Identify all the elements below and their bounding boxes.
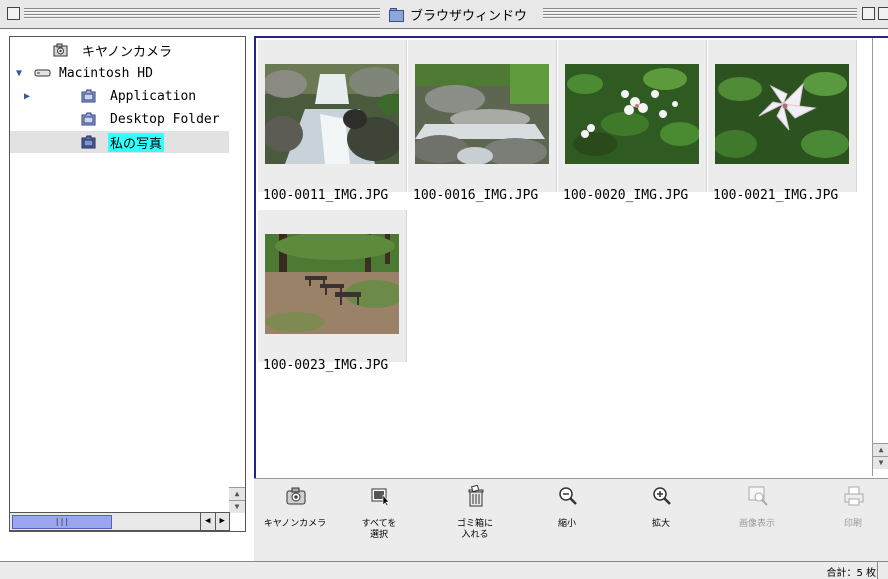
tool-label: ゴミ箱に 入れる: [440, 519, 510, 541]
tree-item-application[interactable]: ▶ Application: [10, 85, 229, 107]
horizontal-scroll-arrows: ◀ ▶: [200, 513, 229, 530]
view-image-icon: [748, 486, 768, 506]
thumbnail-filename: 100-0020_IMG.JPG: [563, 188, 689, 203]
close-box[interactable]: [7, 7, 20, 20]
resize-grip-icon[interactable]: [877, 562, 888, 579]
tree-item-desktop-folder[interactable]: Desktop Folder: [10, 108, 229, 130]
disclosure-triangle-expanded-icon[interactable]: ▼: [16, 68, 22, 79]
tree-item-my-photos[interactable]: 私の写真: [10, 131, 229, 153]
thumbnail-filename: 100-0021_IMG.JPG: [713, 188, 839, 203]
tree-label: 私の写真: [108, 132, 165, 152]
photo-thumbnail: [715, 64, 849, 164]
title-stripes-left: [24, 7, 380, 20]
zoom-out-icon: [559, 487, 577, 505]
view-image-button[interactable]: 画像表示: [722, 479, 792, 561]
photo-thumbnail: [415, 64, 549, 164]
photo-thumbnail: [565, 64, 699, 164]
title-stripes-right: [543, 7, 857, 20]
select-all-icon: [371, 488, 390, 507]
collapse-box[interactable]: [878, 7, 888, 20]
scroll-left-arrow-icon[interactable]: ◀: [200, 513, 215, 530]
disclosure-triangle-collapsed-icon[interactable]: ▶: [24, 91, 30, 102]
scroll-up-arrow-icon[interactable]: ▲: [229, 487, 245, 500]
move-to-trash-button[interactable]: ゴミ箱に 入れる: [440, 479, 510, 561]
tool-label-line: 選択: [369, 530, 388, 540]
tool-label-line: すべてを: [361, 519, 397, 529]
camera-icon: [286, 487, 306, 505]
scroll-down-arrow-icon[interactable]: ▼: [229, 500, 245, 513]
thumbnail-item[interactable]: 100-0011_IMG.JPG: [258, 40, 407, 203]
zoom-in-icon: [653, 487, 671, 505]
tree-label: Desktop Folder: [110, 111, 220, 127]
folder-icon: [81, 135, 96, 149]
zoom-in-button[interactable]: 拡大: [626, 479, 696, 561]
zoom-box[interactable]: [862, 7, 875, 20]
canon-camera-button[interactable]: キヤノンカメラ: [260, 479, 330, 561]
folder-icon: [81, 112, 96, 126]
thumbnail-filename: 100-0016_IMG.JPG: [413, 188, 539, 203]
tool-label: 画像表示: [738, 519, 775, 529]
tool-label-line: ゴミ箱に: [456, 519, 493, 529]
tool-label: 縮小: [557, 519, 576, 529]
scroll-thumb[interactable]: |||: [12, 515, 112, 529]
tree-vertical-scrollbar[interactable]: ▲ ▼: [229, 36, 246, 532]
title-bar[interactable]: ブラウザウィンドウ: [0, 0, 888, 29]
photo-thumbnail: [265, 64, 399, 164]
harddisk-icon: [34, 69, 51, 77]
tool-label: 印刷: [843, 519, 862, 529]
scroll-right-arrow-icon[interactable]: ▶: [214, 513, 229, 530]
bottom-toolbar: キヤノンカメラ すべてを 選択 ゴミ箱に 入れる 縮小 拡大 画像表示 印刷: [254, 478, 888, 561]
thumbnail-view[interactable]: 100-0011_IMG.JPG 100-0016_IMG.JPG 100-00…: [254, 36, 888, 480]
thumbnail-item[interactable]: 100-0021_IMG.JPG: [708, 40, 857, 203]
tree-horizontal-scrollbar[interactable]: ||| ◀ ▶: [9, 512, 230, 531]
photo-thumbnail: [265, 234, 399, 334]
tree-label: Macintosh HD: [59, 65, 153, 81]
thumbnail-filename: 100-0011_IMG.JPG: [263, 188, 389, 203]
scroll-down-arrow-icon[interactable]: ▼: [873, 456, 888, 469]
item-count: 合計：5 枚: [826, 568, 876, 579]
tool-label: キヤノンカメラ: [263, 519, 327, 529]
folder-tree: キヤノンカメラ ▼ Macintosh HD ▶ Application Des…: [9, 36, 230, 532]
thumbnail-item[interactable]: 100-0020_IMG.JPG: [558, 40, 707, 203]
thumbnail-item[interactable]: 100-0016_IMG.JPG: [408, 40, 557, 203]
folder-icon: [389, 8, 404, 22]
status-bar: 合計：5 枚: [0, 561, 888, 579]
thumbnail-item[interactable]: 100-0023_IMG.JPG: [258, 210, 407, 373]
zoom-out-button[interactable]: 縮小: [532, 479, 602, 561]
trash-icon: [468, 485, 484, 507]
tree-label: キヤノンカメラ: [82, 44, 172, 60]
browser-window: ブラウザウィンドウ キヤノンカメラ ▼ Macintosh HD ▶ Appli…: [0, 0, 888, 579]
print-button[interactable]: 印刷: [818, 479, 888, 561]
tool-label: 拡大: [651, 519, 670, 529]
scroll-up-arrow-icon[interactable]: ▲: [873, 443, 888, 456]
tool-label-line: 入れる: [461, 530, 489, 540]
tree-label: Application: [110, 88, 197, 104]
folder-icon: [81, 89, 96, 103]
tree-item-canon-camera[interactable]: キヤノンカメラ: [10, 39, 229, 61]
tool-label: すべてを 選択: [344, 519, 414, 541]
select-all-button[interactable]: すべてを 選択: [344, 479, 414, 561]
printer-icon: [844, 486, 864, 506]
thumbnail-filename: 100-0023_IMG.JPG: [263, 358, 389, 373]
tree-item-macintosh-hd[interactable]: ▼ Macintosh HD: [10, 62, 229, 84]
window-title: ブラウザウィンドウ: [381, 5, 536, 24]
thumbnail-vertical-scrollbar[interactable]: ▲ ▼: [872, 38, 888, 476]
window-title-text: ブラウザウィンドウ: [410, 8, 528, 24]
camera-icon: [53, 43, 68, 57]
